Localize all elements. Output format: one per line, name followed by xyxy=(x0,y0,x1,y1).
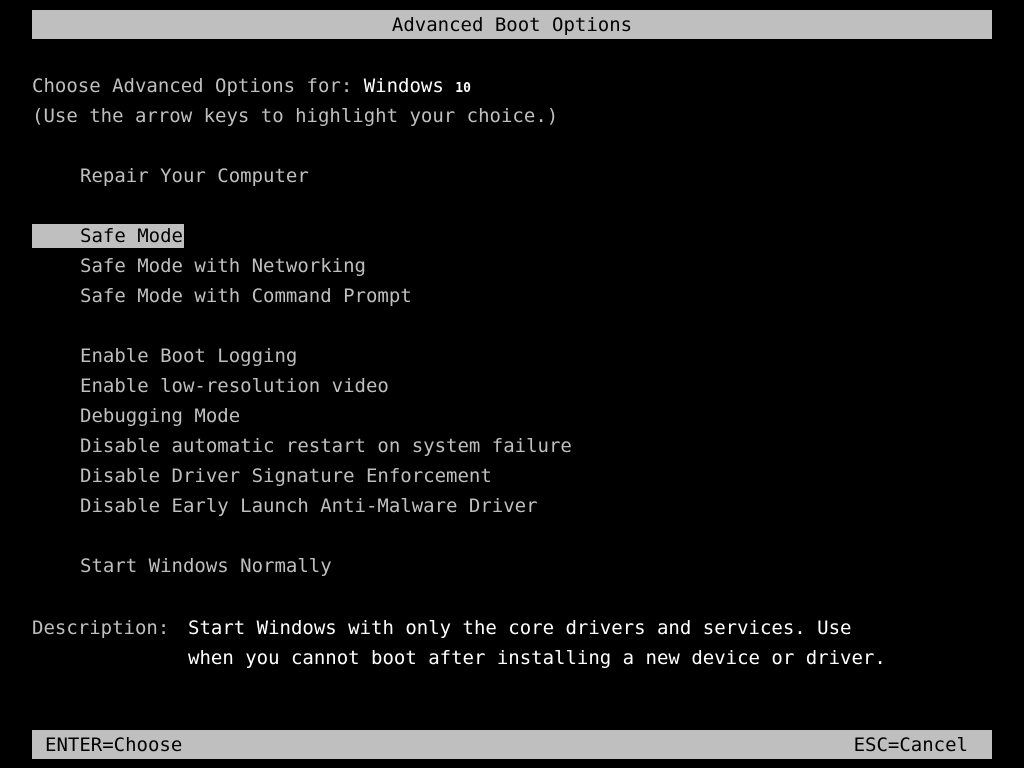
os-prompt: Choose Advanced Options for: xyxy=(32,75,364,97)
description-line-1: Start Windows with only the core drivers… xyxy=(188,617,852,639)
menu-item-repair-your-computer[interactable]: Repair Your Computer xyxy=(32,164,310,188)
esc-cancel-hint: ESC=Cancel xyxy=(853,734,968,756)
menu-item-disable-auto-restart[interactable]: Disable automatic restart on system fail… xyxy=(32,434,573,458)
instructions: (Use the arrow keys to highlight your ch… xyxy=(32,105,559,127)
description-label: Description: xyxy=(32,617,170,639)
description-line-2: when you cannot boot after installing a … xyxy=(188,647,886,669)
menu-item-disable-elam-driver[interactable]: Disable Early Launch Anti-Malware Driver xyxy=(32,494,539,518)
os-name: Windows xyxy=(363,75,456,97)
menu-item-start-windows-normally[interactable]: Start Windows Normally xyxy=(32,554,333,578)
menu-item-safe-mode[interactable]: Safe Mode xyxy=(32,224,184,248)
menu-item-disable-driver-signature[interactable]: Disable Driver Signature Enforcement xyxy=(32,464,493,488)
enter-choose-hint: ENTER=Choose xyxy=(45,734,183,756)
menu-item-safe-mode-command-prompt[interactable]: Safe Mode with Command Prompt xyxy=(32,284,413,308)
page-title: Advanced Boot Options xyxy=(391,14,633,36)
menu-item-debugging-mode[interactable]: Debugging Mode xyxy=(32,404,241,428)
menu-item-low-resolution-video[interactable]: Enable low-resolution video xyxy=(32,374,390,398)
menu-item-enable-boot-logging[interactable]: Enable Boot Logging xyxy=(32,344,298,368)
footer-bar: ENTER=Choose ESC=Cancel xyxy=(32,730,992,759)
title-bar: Advanced Boot Options xyxy=(32,10,992,39)
os-choice-line: Choose Advanced Options for: Windows 10 xyxy=(32,71,471,101)
menu-item-safe-mode-networking[interactable]: Safe Mode with Networking xyxy=(32,254,367,278)
description-text: Start Windows with only the core drivers… xyxy=(188,613,948,673)
os-version: 10 xyxy=(455,81,471,96)
